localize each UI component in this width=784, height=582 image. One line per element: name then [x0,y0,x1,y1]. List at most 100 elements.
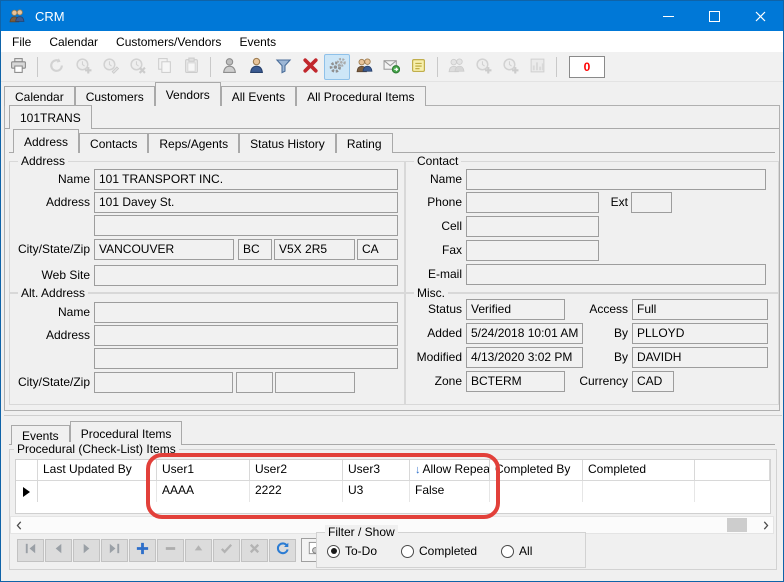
menu-calendar[interactable]: Calendar [40,32,107,52]
nav-prev-button[interactable] [45,539,72,562]
toolbar-filter-button[interactable] [270,54,296,80]
status-field[interactable]: Verified [466,299,565,320]
tab-all-procedural-items[interactable]: All Procedural Items [296,86,425,106]
modified-by-field[interactable]: DAVIDH [632,347,768,368]
nav-next-button[interactable] [73,539,100,562]
minimize-button[interactable] [645,1,691,31]
toolbar-delete-button[interactable] [297,54,323,80]
nav-refresh-button[interactable] [269,539,296,562]
grid-cell-allow-repeat[interactable]: False [410,481,490,502]
fax-field[interactable] [466,240,599,261]
cell-field[interactable] [466,216,599,237]
country-field[interactable]: CA [357,239,398,260]
filter-radio-completed[interactable]: Completed [401,544,477,558]
nav-first-button[interactable] [17,539,44,562]
toolbar-add-event-button[interactable] [70,54,96,80]
toolbar-add-recurring-event-button[interactable] [497,54,523,80]
state-field[interactable]: BC [238,239,272,260]
grid-cell-user2[interactable]: 2222 [250,481,343,502]
nav-last-button[interactable] [101,539,128,562]
alt-name-field[interactable] [94,302,398,323]
toolbar-send-email-button[interactable] [378,54,404,80]
contact-name-field[interactable] [466,169,766,190]
added-by-field[interactable]: PLLOYD [632,323,768,344]
toolbar-paste-button[interactable] [178,54,204,80]
alt-zip-field[interactable] [275,372,355,393]
detail-tab-address[interactable]: Address [13,129,79,153]
address-line2-field[interactable] [94,215,398,236]
tab-customers[interactable]: Customers [75,86,155,106]
grid-column-header-last-updated-by[interactable]: Last Updated By [38,460,157,481]
menu-events[interactable]: Events [230,32,285,52]
grid-column-header-completed[interactable]: Completed [583,460,695,481]
scroll-left-button[interactable] [11,517,27,533]
toolbar-group-contacts-button[interactable] [443,54,469,80]
access-field[interactable]: Full [632,299,768,320]
filter-radio-to-do[interactable]: To-Do [327,544,377,558]
toolbar-copy-button[interactable] [151,54,177,80]
record-tab-101trans[interactable]: 101TRANS [9,105,92,129]
alt-address-line1-field[interactable] [94,325,398,346]
funnel-icon [275,57,292,77]
city-field[interactable]: VANCOUVER [94,239,234,260]
ext-field[interactable] [631,192,672,213]
toolbar-report-button[interactable] [524,54,550,80]
filter-radio-all[interactable]: All [501,544,532,558]
toolbar-view-contact-button[interactable] [216,54,242,80]
toolbar-link-contacts-button[interactable] [351,54,377,80]
zip-field[interactable]: V5X 2R5 [274,239,355,260]
grid-cell-completed-by[interactable] [490,481,583,502]
detail-tab-reps-agents[interactable]: Reps/Agents [148,133,239,153]
alt-city-field[interactable] [94,372,233,393]
toolbar-add-group-event-button[interactable] [470,54,496,80]
alt-address-line2-field[interactable] [94,348,398,369]
grid-cell-user1[interactable]: AAAA [157,481,250,502]
nav-delete-button[interactable] [157,539,184,562]
toolbar-print-button[interactable] [5,54,31,80]
website-field[interactable] [94,265,398,286]
nav-move-up-button[interactable] [185,539,212,562]
print-icon [10,57,27,77]
toolbar-undo-event-button[interactable] [43,54,69,80]
toolbar-edit-event-button[interactable] [97,54,123,80]
scroll-right-button[interactable] [757,517,773,533]
grid-column-header-completed-by[interactable]: Completed By [490,460,583,481]
grid-cell-completed[interactable] [583,481,695,502]
grid-column-header-user2[interactable]: User2 [250,460,343,481]
maximize-button[interactable] [691,1,737,31]
nav-cancel-button[interactable] [241,539,268,562]
menu-customers-vendors[interactable]: Customers/Vendors [107,32,230,52]
tab-vendors[interactable]: Vendors [155,82,221,106]
address-group-legend: Address [18,154,68,168]
tab-all-events[interactable]: All Events [221,86,296,106]
grid-cell-user3[interactable]: U3 [343,481,410,502]
grid-column-header-allow-repeat[interactable]: ↓Allow Repeat [410,460,490,481]
address-name-field[interactable]: 101 TRANSPORT INC. [94,169,398,190]
email-field[interactable] [466,264,766,285]
close-button[interactable] [737,1,783,31]
grid-selector-header[interactable] [16,460,38,481]
scrollbar-thumb[interactable] [727,518,747,532]
toolbar-settings-button[interactable] [324,54,350,80]
toolbar-open-contact-button[interactable] [243,54,269,80]
zone-field[interactable]: BCTERM [466,371,565,392]
detail-tab-contacts[interactable]: Contacts [79,133,148,153]
menu-file[interactable]: File [3,32,40,52]
grid-data-row[interactable]: AAAA2222U3False [16,481,770,502]
alt-state-field[interactable] [236,372,273,393]
nav-add-button[interactable] [129,539,156,562]
grid-cell-last-updated-by[interactable] [38,481,157,502]
toolbar-notes-button[interactable] [405,54,431,80]
grid-row-selector[interactable] [16,481,38,502]
grid-column-header-user1[interactable]: User1 [157,460,250,481]
nav-post-button[interactable] [213,539,240,562]
detail-tab-rating[interactable]: Rating [336,133,393,153]
currency-field[interactable]: CAD [632,371,674,392]
grid-column-header-user3[interactable]: User3 [343,460,410,481]
phone-field[interactable] [466,192,599,213]
splitter[interactable] [4,415,782,416]
toolbar-delete-event-button[interactable] [124,54,150,80]
address-line1-field[interactable]: 101 Davey St. [94,192,398,213]
detail-tab-status-history[interactable]: Status History [239,133,336,153]
tab-calendar[interactable]: Calendar [4,86,75,106]
